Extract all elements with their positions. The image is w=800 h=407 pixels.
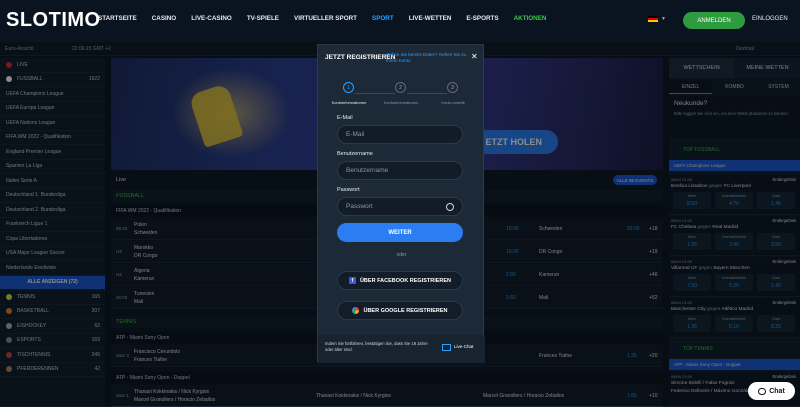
facebook-icon: f [348,277,356,284]
nav-esports[interactable]: E-SPORTS [466,15,498,22]
live-chat-link[interactable]: Live-Chat [454,344,473,349]
google-register-button[interactable]: ÜBER GOOGLE REGISTRIEREN [337,301,463,320]
nav-live-casino[interactable]: LIVE-CASINO [191,15,232,22]
step-3-label: Konto erstellt [441,100,465,105]
nav-tv-games[interactable]: TV-SPIELE [247,15,279,22]
nav-casino[interactable]: CASINO [152,15,177,22]
step-connector [407,93,447,94]
username-label: Benutzername [337,151,373,157]
step-connector [355,93,395,94]
chat-bubble-icon [758,387,767,395]
age-confirmation-text: Indem Sie fortfahren, bestätigen Sie, da… [325,341,428,352]
login-button[interactable]: ANMELDEN [683,12,745,29]
existing-account-link[interactable]: Haben Sie bereits Daten? Gehen Sie zu Ih… [386,52,470,64]
show-password-icon[interactable] [446,203,454,211]
close-icon[interactable]: ✕ [471,52,478,61]
facebook-register-button[interactable]: f ÜBER FACEBOOK REGISTRIEREN [337,271,463,290]
nav-sport[interactable]: SPORT [372,15,394,22]
step-2-label: Kontoinformationen [383,100,419,105]
step-3-indicator: 3 [447,82,458,93]
language-flag-icon[interactable] [648,16,658,22]
chat-button[interactable]: Chat [748,382,795,400]
modal-footer: Indem Sie fortfahren, bestätigen Sie, da… [318,335,485,363]
nav-virtual-sport[interactable]: VIRTUELLER SPORT [294,15,357,22]
password-field[interactable]: Passwort [337,197,463,216]
main-nav: STARTSEITE CASINO LIVE-CASINO TV-SPIELE … [98,15,546,22]
step-2-indicator: 2 [395,82,406,93]
chevron-down-icon[interactable]: ▼ [661,16,666,22]
logo[interactable]: SLOTIMO [6,9,101,32]
email-field[interactable]: E-Mail [337,125,463,144]
chat-icon[interactable] [442,344,451,351]
nav-promotions[interactable]: AKTIONEN [514,15,547,22]
top-header: SLOTIMO STARTSEITE CASINO LIVE-CASINO TV… [0,0,800,42]
google-icon [352,307,360,314]
register-link[interactable]: EINLOGGEN [752,16,788,22]
next-button[interactable]: WEITER [337,223,463,242]
nav-live-betting[interactable]: LIVE-WETTEN [409,15,452,22]
username-field[interactable]: Benutzername [337,161,463,180]
step-1-label: Kontoinformationen [331,100,367,105]
divider-or: oder [396,252,407,258]
modal-title: JETZT REGISTRIEREN [325,54,396,61]
nav-home[interactable]: STARTSEITE [98,15,137,22]
registration-modal: JETZT REGISTRIEREN Haben Sie bereits Dat… [317,44,485,363]
password-label: Passwort [337,187,360,193]
email-label: E-Mail [337,115,353,121]
step-1-indicator: 1 [343,82,354,93]
